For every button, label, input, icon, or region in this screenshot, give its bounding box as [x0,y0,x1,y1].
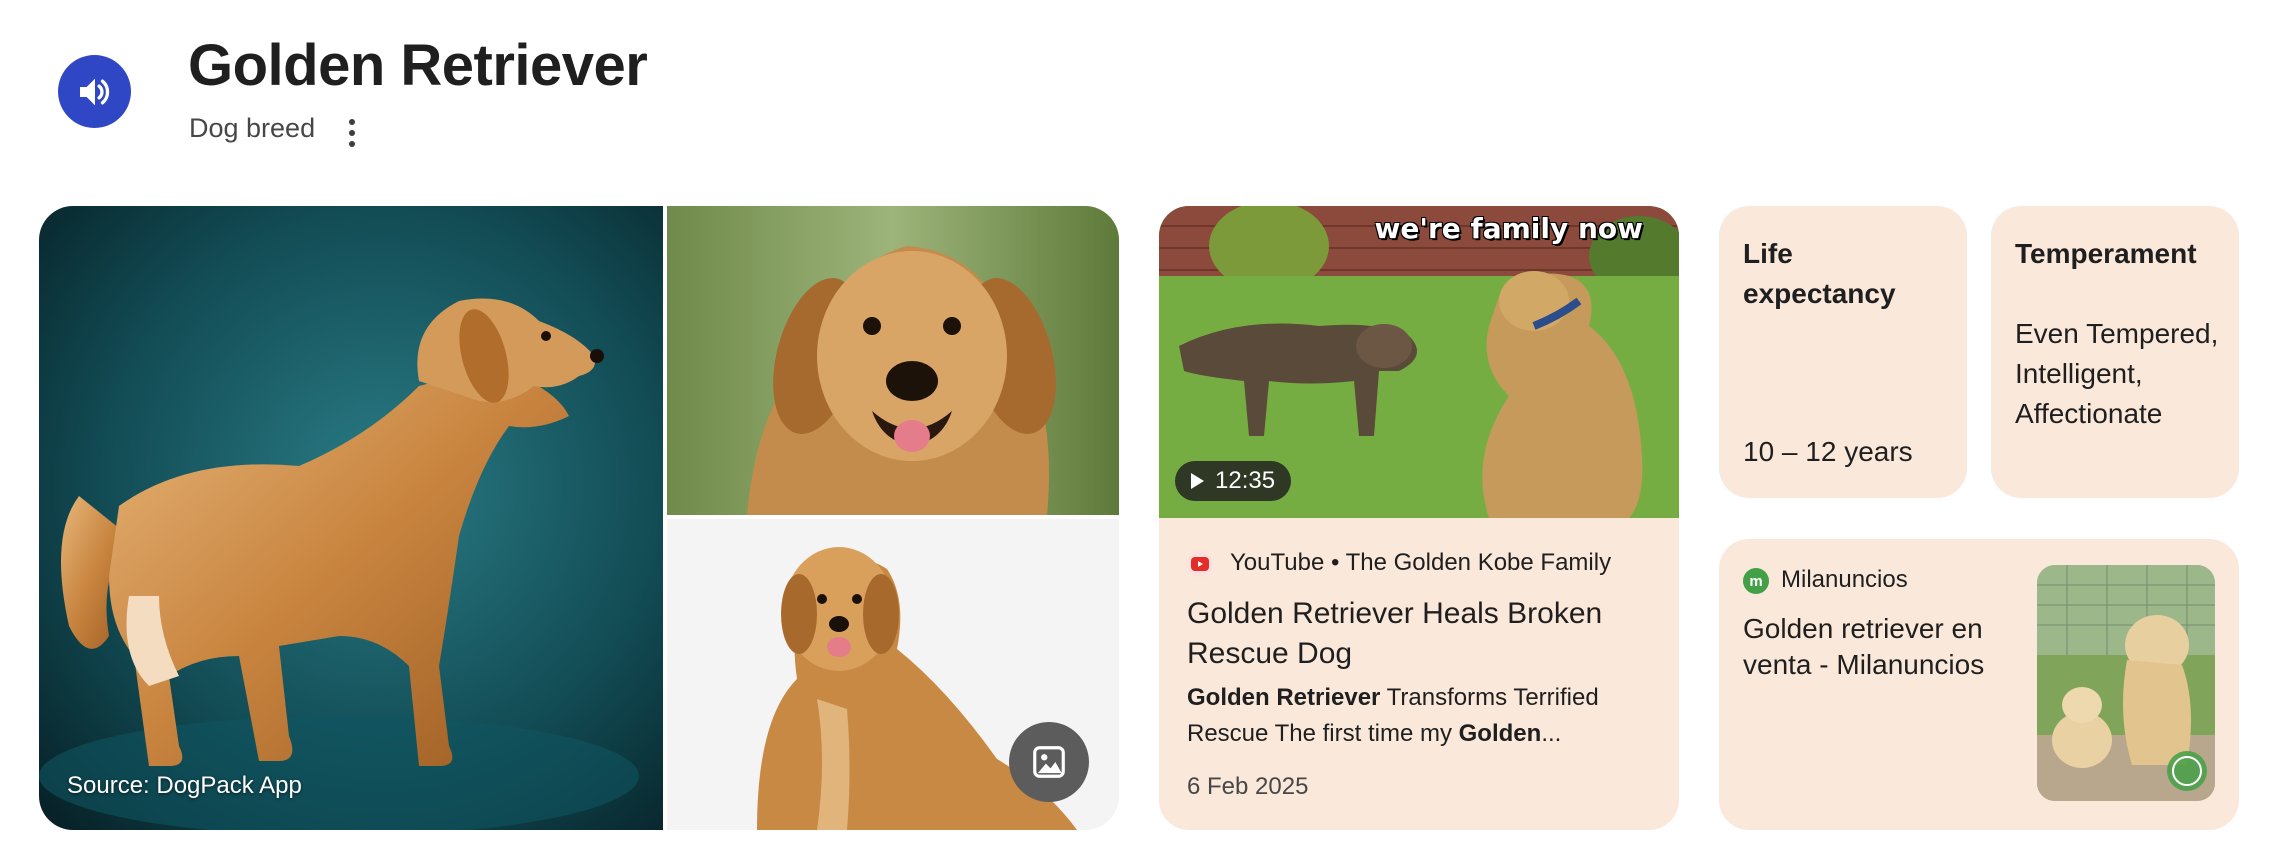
sitting-dog-image[interactable] [667,519,1119,830]
video-thumbnail[interactable]: we're family now 12:35 [1159,206,1679,518]
image-search-button[interactable] [1009,722,1089,802]
milanuncios-icon: m [1743,568,1769,594]
main-dog-image[interactable]: Source: DogPack App [39,206,663,830]
video-title-link[interactable]: Golden Retriever Heals Broken Rescue Dog [1187,594,1647,674]
image-source-caption: Source: DogPack App [67,772,302,799]
video-date: 6 Feb 2025 [1187,773,1309,800]
image-collage: Source: DogPack App [39,206,1119,830]
video-result-card[interactable]: we're family now 12:35 YouTube • The Gol… [1159,206,1679,830]
more-options-icon[interactable] [338,113,366,153]
youtube-icon [1187,551,1213,577]
image-icon [1033,746,1065,778]
listing-title-link[interactable]: Golden retriever en venta - Milanuncios [1743,611,2043,683]
temperament-value: Even Tempered, Intelligent, Affectionate [2015,318,2219,429]
page-subtitle: Dog breed [189,113,316,143]
temperament-card[interactable]: Temperament Even Tempered, Intelligent, … [1991,206,2239,498]
speaker-button[interactable] [58,55,131,128]
video-duration-badge[interactable]: 12:35 [1175,461,1292,501]
life-expectancy-card[interactable]: Life expectancy 10 – 12 years [1719,206,1967,498]
milanuncios-result-card[interactable]: m Milanuncios Golden retriever en venta … [1719,539,2239,830]
listing-thumbnail[interactable] [2037,565,2215,801]
video-snippet: Golden Retriever Transforms Terrified Re… [1187,680,1647,752]
listing-source: Milanuncios [1781,566,1908,593]
dog-face-image[interactable] [667,206,1119,515]
video-source[interactable]: YouTube • The Golden Kobe Family [1230,549,1611,577]
video-overlay-text: we're family now [1374,212,1643,245]
video-duration: 12:35 [1215,467,1276,494]
life-expectancy-value: 10 – 12 years [1743,436,1913,467]
temperament-label: Temperament [2015,238,2197,269]
life-expectancy-label: Life expectancy [1743,238,1896,309]
page-title: Golden Retriever [188,33,648,98]
snippet-text: ... [1541,720,1562,747]
volume-icon [79,78,109,105]
play-icon [1191,473,1204,489]
snippet-highlight: Golden [1458,720,1542,747]
snippet-highlight: Golden Retriever [1187,684,1381,711]
